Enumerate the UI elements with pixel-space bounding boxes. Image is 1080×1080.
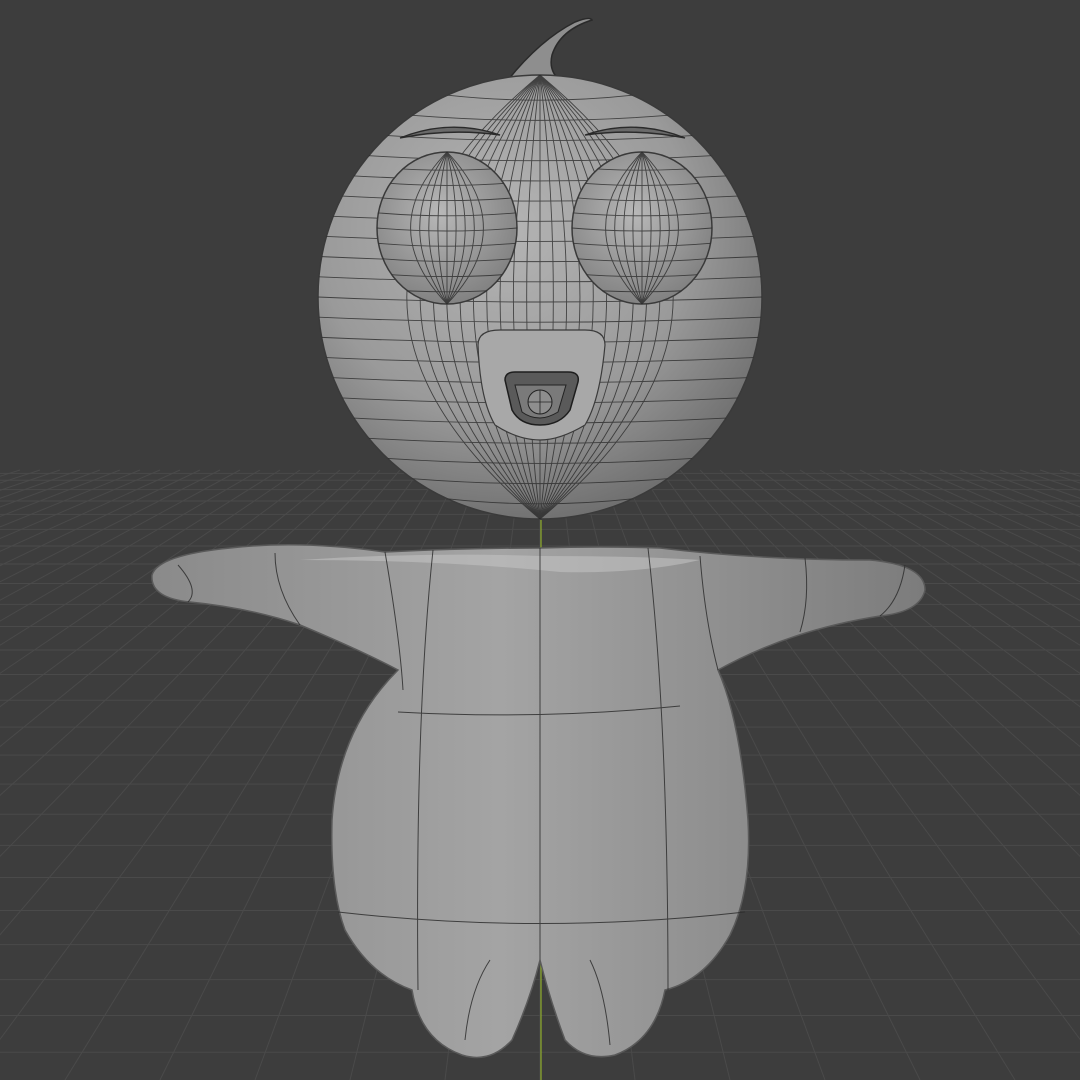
- viewport-canvas[interactable]: [0, 0, 1080, 1080]
- 3d-viewport[interactable]: [0, 0, 1080, 1080]
- grid-line-v: [899, 469, 1080, 552]
- character-body[interactable]: [151, 544, 926, 1059]
- grid-line-v: [0, 469, 181, 552]
- grid-line-v: [1039, 469, 1080, 484]
- right-eye[interactable]: [571, 151, 713, 305]
- hair-curl[interactable]: [506, 17, 594, 83]
- torso[interactable]: [151, 544, 926, 1059]
- character-head[interactable]: [317, 17, 763, 520]
- grid-line-v: [0, 469, 141, 528]
- grid-line-v: [979, 469, 1080, 508]
- grid-line-v: [879, 469, 1080, 567]
- grid-line-v: [859, 469, 1080, 583]
- grid-line-v: [939, 469, 1080, 528]
- grid-line-v: [0, 469, 101, 508]
- grid-line-v: [0, 469, 21, 477]
- left-eye[interactable]: [376, 151, 518, 305]
- grid-line-v: [1059, 469, 1080, 477]
- grid-line-v: [0, 469, 41, 484]
